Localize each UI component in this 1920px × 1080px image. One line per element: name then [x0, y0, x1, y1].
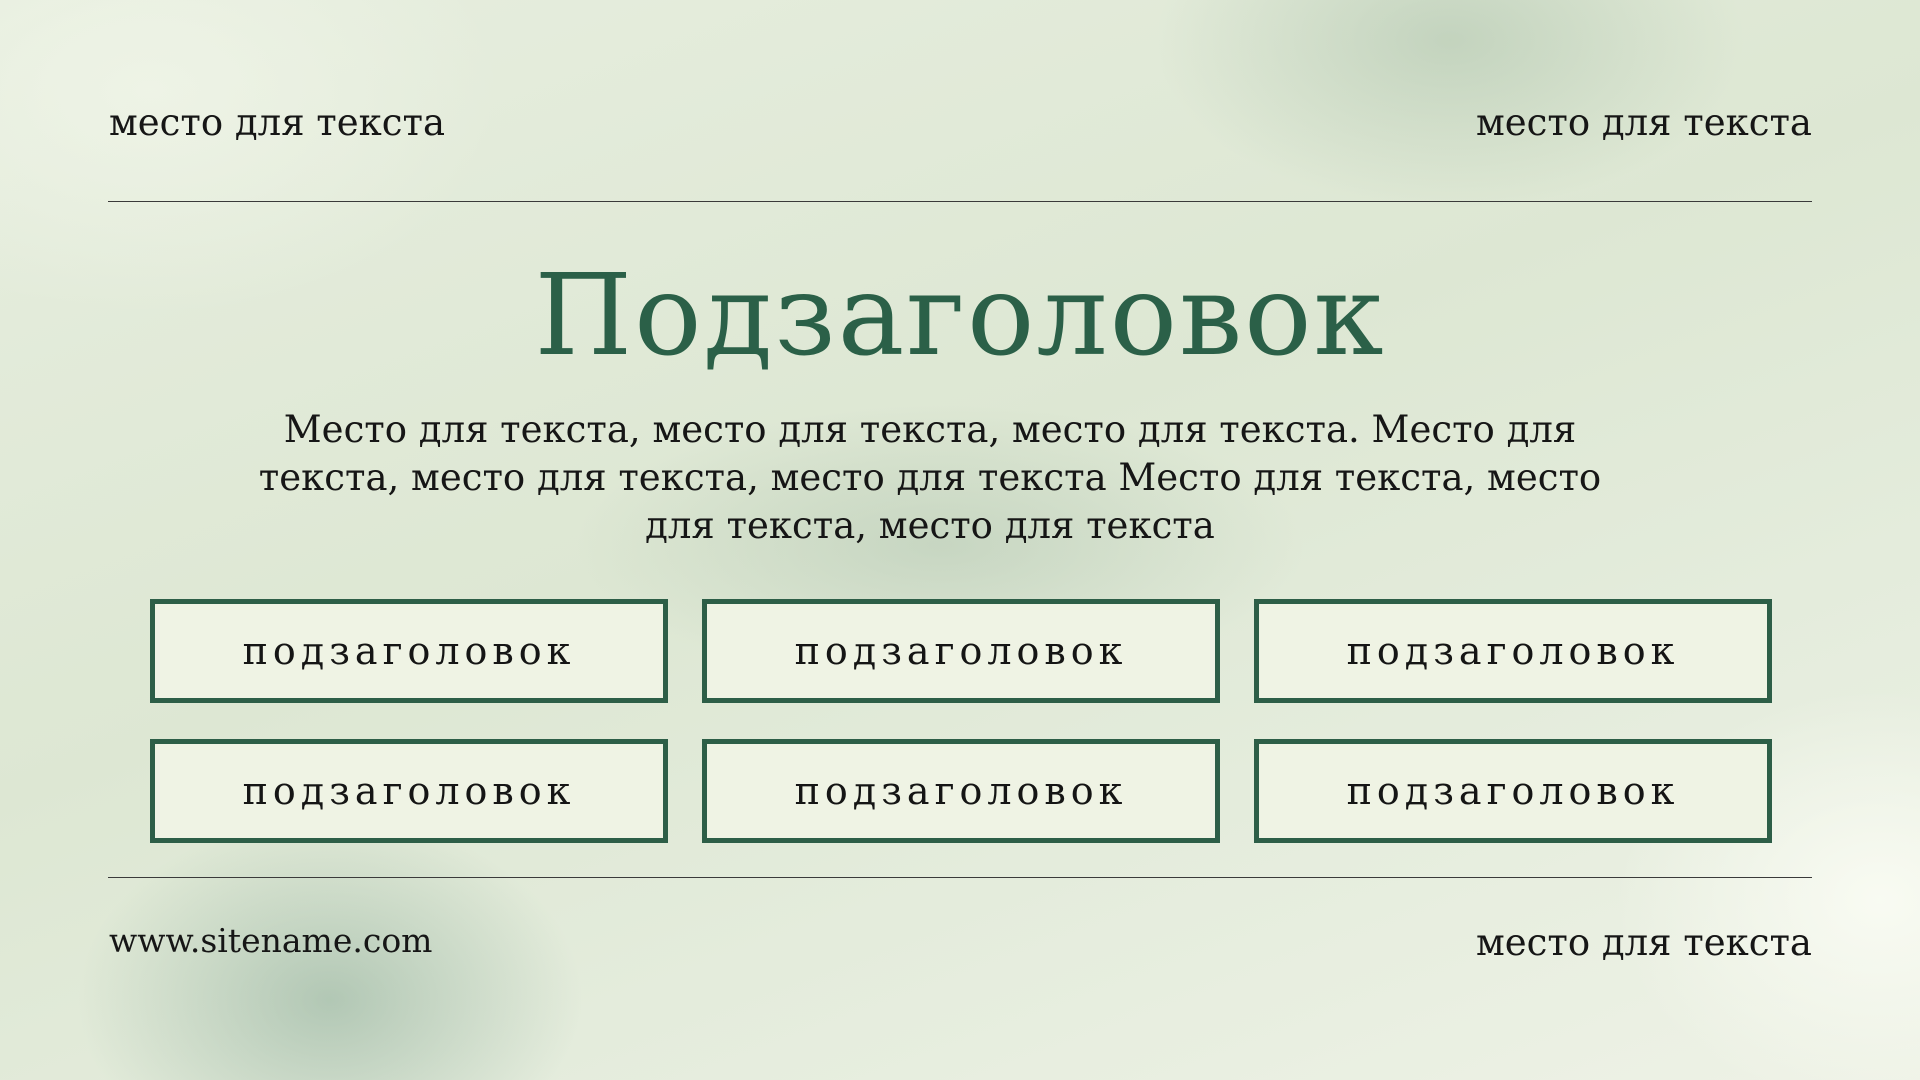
subtitle-box[interactable]: подзаголовок: [702, 739, 1220, 843]
top-divider: [108, 201, 1812, 202]
subtitle-box[interactable]: подзаголовок: [1254, 599, 1772, 703]
subtitle-box-grid: подзаголовок подзаголовок подзаголовок п…: [150, 599, 1772, 843]
slide-title: Подзаголовок: [534, 251, 1386, 381]
footer-right-text: место для текста: [1475, 921, 1812, 964]
header-left-text: место для текста: [109, 101, 446, 144]
website-link[interactable]: www.sitename.com: [109, 924, 432, 957]
body-paragraph: Место для текста, место для текста, мест…: [258, 408, 1602, 547]
slide: место для текста место для текста Подзаг…: [0, 0, 1920, 1080]
subtitle-box[interactable]: подзаголовок: [1254, 739, 1772, 843]
subtitle-box[interactable]: подзаголовок: [150, 739, 668, 843]
bottom-divider: [108, 877, 1812, 878]
subtitle-box[interactable]: подзаголовок: [150, 599, 668, 703]
header-right-text: место для текста: [1475, 101, 1812, 144]
subtitle-box[interactable]: подзаголовок: [702, 599, 1220, 703]
